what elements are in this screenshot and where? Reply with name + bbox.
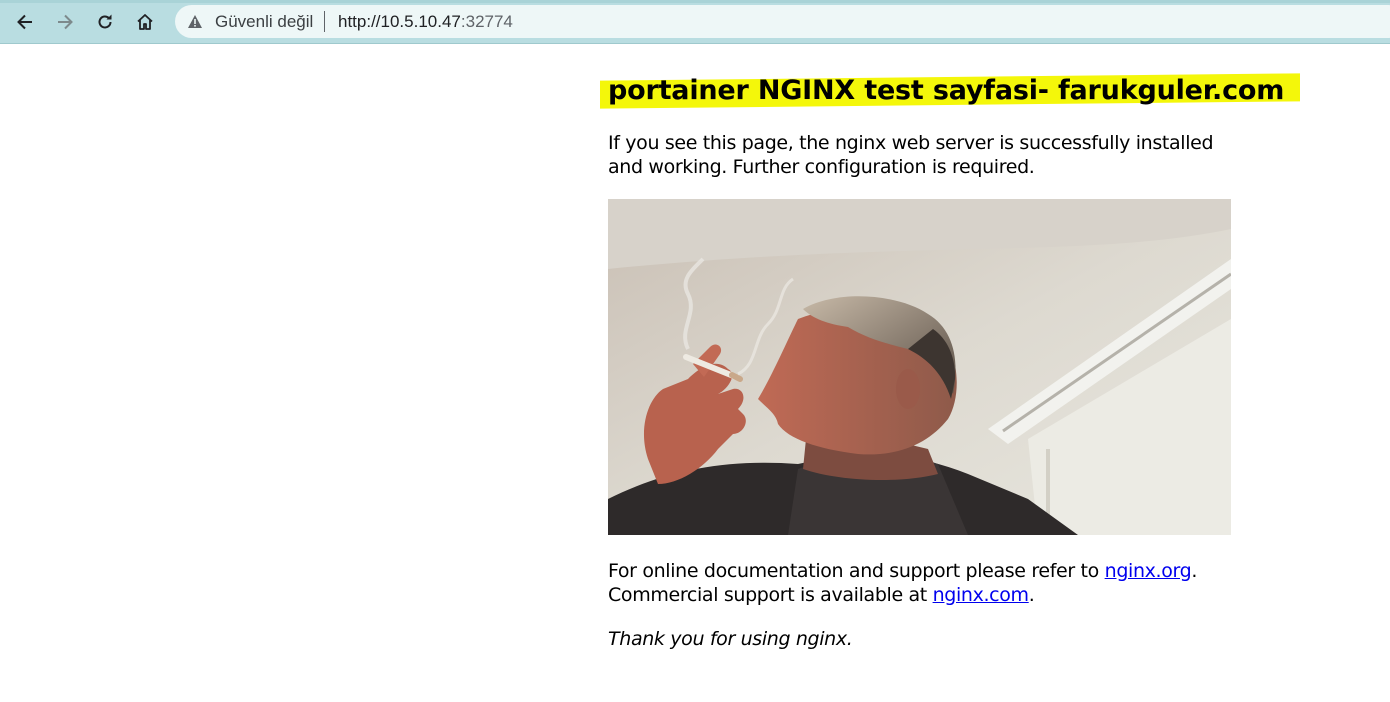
heading-block: portainer NGINX test sayfasi- farukguler… [600, 73, 1302, 109]
url-port: :32774 [460, 12, 513, 31]
page-title: portainer NGINX test sayfasi- farukguler… [608, 75, 1285, 106]
url-text[interactable]: http://10.5.10.47:32774 [338, 12, 513, 32]
security-status[interactable]: Güvenli değil [215, 12, 313, 32]
home-button[interactable] [130, 7, 160, 37]
toolbar-top-strip [0, 0, 1390, 3]
man-smoking-photo [608, 199, 1231, 535]
nginx-com-link[interactable]: nginx.com [933, 584, 1029, 606]
address-bar[interactable]: Güvenli değil http://10.5.10.47:32774 [175, 5, 1390, 38]
url-host: http://10.5.10.47 [338, 12, 461, 31]
animated-gif-image [608, 199, 1231, 535]
browser-toolbar: Güvenli değil http://10.5.10.47:32774 [0, 0, 1390, 44]
support-paragraph: For online documentation and support ple… [608, 559, 1308, 607]
thank-you-text: Thank you for using nginx. [608, 628, 853, 650]
nginx-org-link[interactable]: nginx.org [1105, 560, 1192, 582]
arrow-left-icon [17, 14, 32, 30]
home-icon [137, 14, 153, 30]
warning-icon[interactable] [187, 14, 203, 29]
back-button[interactable] [10, 7, 40, 37]
commercial-prefix: Commercial support is available at [608, 584, 933, 606]
forward-button[interactable] [50, 7, 80, 37]
address-separator [324, 11, 325, 32]
docs-suffix: . [1191, 560, 1198, 582]
reload-button[interactable] [90, 7, 120, 37]
reload-icon [98, 14, 112, 29]
intro-paragraph: If you see this page, the nginx web serv… [608, 132, 1214, 178]
arrow-right-icon [58, 14, 73, 30]
docs-prefix: For online documentation and support ple… [608, 560, 1105, 582]
commercial-suffix: . [1028, 584, 1035, 606]
